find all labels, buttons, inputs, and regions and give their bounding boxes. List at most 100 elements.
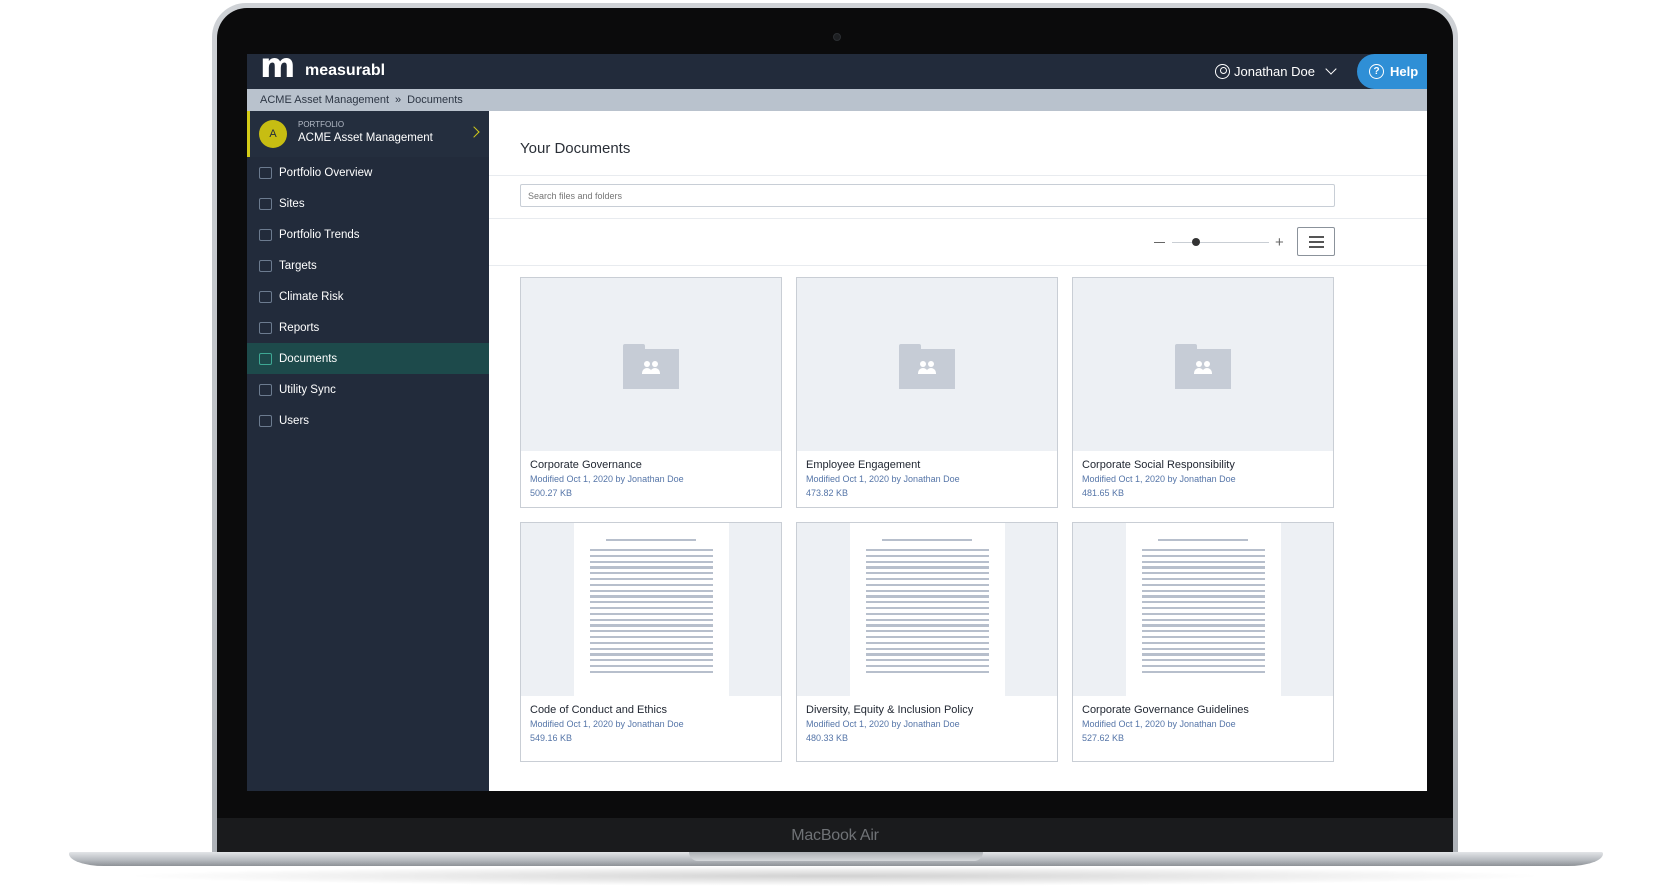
document-text-line <box>866 578 989 581</box>
document-text-line <box>866 670 989 674</box>
document-text-line <box>866 636 989 639</box>
list-view-button[interactable] <box>1297 227 1335 256</box>
camera-icon <box>833 33 841 41</box>
sidebar-item-documents[interactable]: Documents <box>247 343 489 374</box>
sidebar-item-label: Reports <box>279 321 320 334</box>
search-input[interactable] <box>520 184 1335 207</box>
laptop-chin-label: MacBook Air <box>217 818 1453 854</box>
document-text-line <box>1142 647 1265 650</box>
portfolio-label: PORTFOLIO <box>298 120 345 129</box>
document-text-line <box>590 578 713 581</box>
sidebar-item-users[interactable]: Users <box>247 405 489 436</box>
document-text-line <box>1142 612 1265 616</box>
document-text-line <box>1142 618 1265 621</box>
zoom-slider-handle[interactable] <box>1192 238 1201 246</box>
document-text-line <box>590 583 713 587</box>
sidebar-item-utility-sync[interactable]: Utility Sync <box>247 374 489 405</box>
document-thumbnail <box>1073 523 1333 696</box>
document-text-line <box>1142 653 1265 656</box>
document-card[interactable]: Corporate Governance Guidelines Modified… <box>1072 522 1334 762</box>
folder-thumbnail <box>797 278 1057 451</box>
zoom-in-icon[interactable]: + <box>1275 235 1284 250</box>
document-card[interactable]: Diversity, Equity & Inclusion Policy Mod… <box>796 522 1058 762</box>
sidebar-item-portfolio-trends[interactable]: Portfolio Trends <box>247 219 489 250</box>
top-bar: m measurabl Jonathan Doe ? Help <box>247 54 1427 89</box>
sidebar: A PORTFOLIO ACME Asset Management Portfo… <box>247 111 489 791</box>
card-meta: Modified Oct 1, 2020 by Jonathan Doe <box>1082 474 1236 484</box>
document-preview-icon <box>850 523 1005 696</box>
sidebar-item-reports[interactable]: Reports <box>247 312 489 343</box>
user-menu[interactable]: Jonathan Doe <box>1215 61 1337 81</box>
folder-card[interactable]: Corporate Governance Modified Oct 1, 202… <box>520 277 782 508</box>
laptop-shadow <box>120 866 1550 886</box>
breadcrumb-documents: Documents <box>407 94 463 106</box>
card-size: 549.16 KB <box>530 733 573 743</box>
document-text-line <box>866 572 989 575</box>
brand-name[interactable]: measurabl <box>305 62 385 80</box>
document-text-line <box>590 595 713 598</box>
card-size: 480.33 KB <box>806 733 849 743</box>
shared-folder-icon <box>899 344 955 389</box>
document-heading-line <box>882 539 972 542</box>
folder-card[interactable]: Corporate Social Responsibility Modified… <box>1072 277 1334 508</box>
trend-icon <box>259 228 272 241</box>
document-text-line <box>866 549 989 552</box>
chart-icon <box>259 166 272 179</box>
document-text-line <box>1142 549 1265 552</box>
sidebar-item-sites[interactable]: Sites <box>247 188 489 219</box>
card-title: Corporate Governance <box>530 459 642 471</box>
users-icon <box>259 414 272 427</box>
document-text-line <box>590 560 713 563</box>
document-text-line <box>590 589 713 592</box>
document-text-line <box>590 612 713 616</box>
sidebar-item-targets[interactable]: Targets <box>247 250 489 281</box>
card-title: Employee Engagement <box>806 459 921 471</box>
sidebar-item-label: Portfolio Trends <box>279 228 360 241</box>
sidebar-item-climate-risk[interactable]: Climate Risk <box>247 281 489 312</box>
report-icon <box>259 321 272 334</box>
card-size: 481.65 KB <box>1082 488 1125 498</box>
document-text-line <box>1142 589 1265 592</box>
breadcrumb: ACME Asset Management » Documents <box>247 89 1427 111</box>
folder-thumbnail <box>1073 278 1333 451</box>
folder-card[interactable]: Employee Engagement Modified Oct 1, 2020… <box>796 277 1058 508</box>
page-title: Your Documents <box>520 140 631 157</box>
document-text-line <box>866 560 989 563</box>
document-text-line <box>1142 583 1265 587</box>
document-heading-line <box>606 539 696 542</box>
document-text-line <box>866 618 989 621</box>
card-meta: Modified Oct 1, 2020 by Jonathan Doe <box>806 474 960 484</box>
document-text-line <box>590 572 713 575</box>
document-preview-icon <box>1126 523 1281 696</box>
sidebar-item-label: Sites <box>279 197 305 210</box>
user-name: Jonathan Doe <box>1234 63 1315 79</box>
document-text-line <box>866 566 989 569</box>
document-heading-line <box>1158 539 1248 542</box>
breadcrumb-portfolio[interactable]: ACME Asset Management <box>260 89 389 111</box>
help-button[interactable]: ? Help <box>1357 54 1427 89</box>
chevron-right-icon <box>468 126 480 138</box>
divider <box>489 175 1427 176</box>
sidebar-item-portfolio-overview[interactable]: Portfolio Overview <box>247 157 489 188</box>
portfolio-avatar: A <box>259 120 287 148</box>
sidebar-item-label: Utility Sync <box>279 383 336 396</box>
laptop-base-notch <box>689 852 983 861</box>
document-text-line <box>1142 554 1265 558</box>
help-label: Help <box>1390 64 1419 79</box>
sidebar-item-label: Documents <box>279 352 338 365</box>
document-text-line <box>866 630 989 633</box>
zoom-slider[interactable] <box>1172 242 1269 243</box>
document-text-line <box>1142 665 1265 668</box>
document-card[interactable]: Code of Conduct and Ethics Modified Oct … <box>520 522 782 762</box>
target-icon <box>259 259 272 272</box>
zoom-out-icon[interactable] <box>1154 242 1165 243</box>
card-meta: Modified Oct 1, 2020 by Jonathan Doe <box>806 719 960 729</box>
document-text-line <box>866 612 989 616</box>
document-text-line <box>866 624 989 627</box>
portfolio-selector[interactable]: A PORTFOLIO ACME Asset Management <box>247 111 489 157</box>
logo-icon[interactable]: m <box>260 54 295 83</box>
document-text-line <box>866 595 989 598</box>
card-size: 500.27 KB <box>530 488 573 498</box>
document-text-line <box>866 601 989 604</box>
document-text-line <box>590 670 713 674</box>
